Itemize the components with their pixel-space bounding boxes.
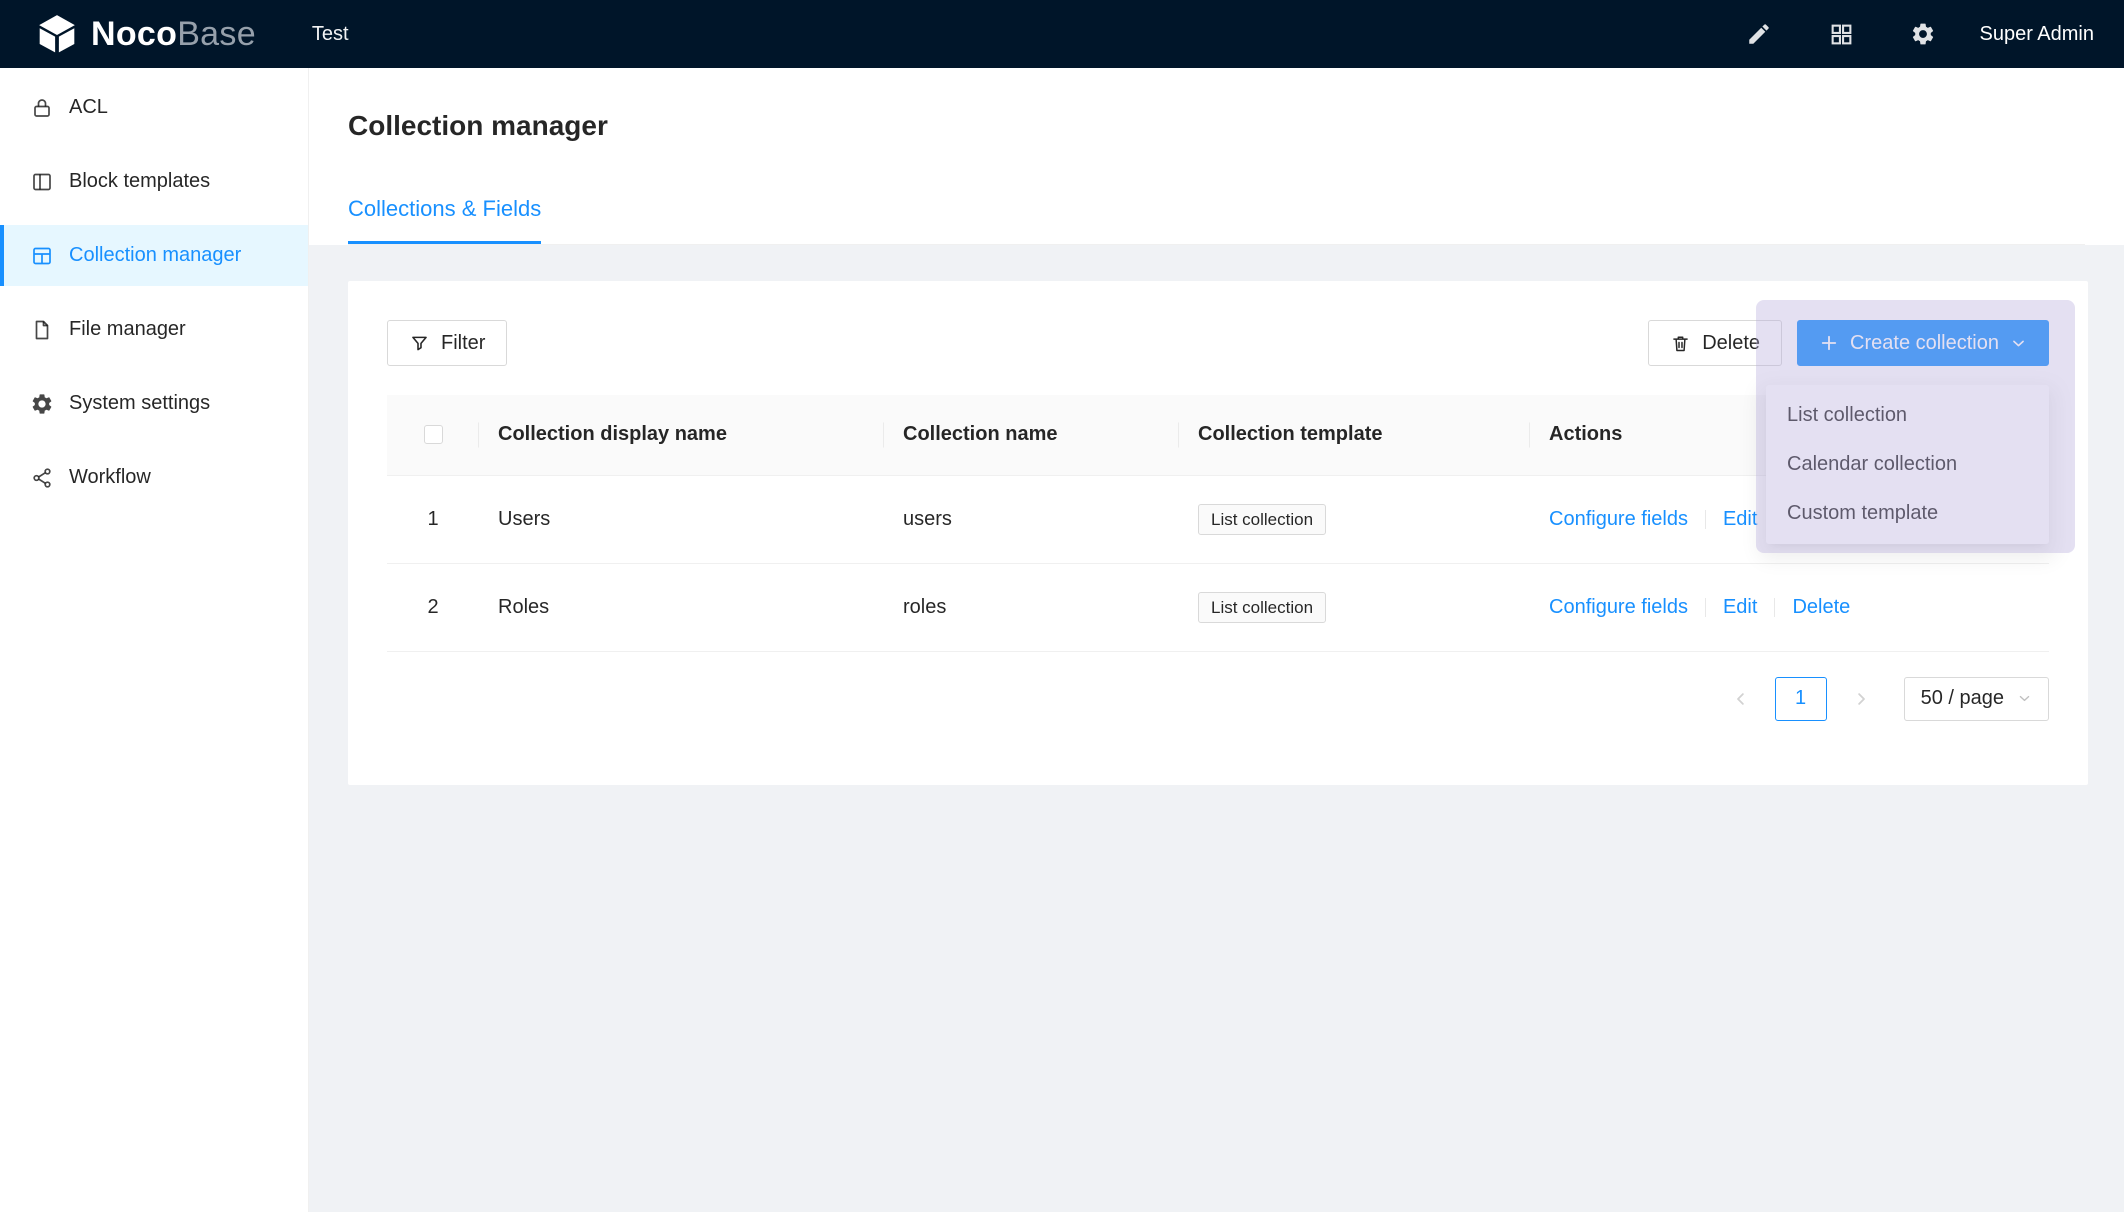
collections-card: Filter Delete Create collection [348, 281, 2088, 785]
cell-collection-template: List collection [1179, 475, 1530, 563]
sidebar-item-label: Collection manager [69, 244, 241, 267]
sidebar-item-label: ACL [69, 96, 108, 119]
logo-text-bold: Noco [91, 15, 177, 53]
sidebar: ACL Block templates Collection manager F… [0, 68, 309, 1212]
configure-fields-link[interactable]: Configure fields [1549, 596, 1688, 618]
gear-icon [30, 392, 54, 416]
create-collection-button[interactable]: Create collection [1797, 320, 2049, 366]
create-collection-button-label: Create collection [1850, 332, 1999, 355]
template-tag: List collection [1198, 592, 1326, 623]
configure-fields-link[interactable]: Configure fields [1549, 508, 1688, 530]
row-index: 2 [387, 563, 479, 651]
cell-display-name: Users [479, 475, 884, 563]
toolbar: Filter Delete Create collection [387, 320, 2049, 366]
select-all-checkbox[interactable] [424, 425, 443, 444]
template-tag: List collection [1198, 504, 1326, 535]
filter-button-label: Filter [441, 332, 485, 355]
table-row: 2 Roles roles List collection Configure … [387, 563, 2049, 651]
delete-link[interactable]: Delete [1792, 596, 1850, 618]
edit-link[interactable]: Edit [1723, 508, 1757, 530]
sidebar-item-label: System settings [69, 392, 210, 415]
edit-link[interactable]: Edit [1723, 596, 1757, 618]
toolbar-right: Delete Create collection [1648, 320, 2049, 366]
apps-grid-icon[interactable] [1819, 12, 1863, 56]
lock-icon [30, 96, 54, 120]
action-divider [1774, 598, 1775, 617]
content-area: Filter Delete Create collection [309, 245, 2124, 1212]
cell-display-name: Roles [479, 563, 884, 651]
delete-button[interactable]: Delete [1648, 320, 1782, 366]
sidebar-item-label: Workflow [69, 466, 151, 489]
prev-page-button[interactable] [1719, 677, 1763, 721]
sidebar-item-label: File manager [69, 318, 186, 341]
pagination: 1 50 / page [387, 677, 2049, 721]
plus-icon [1819, 333, 1839, 353]
chevron-left-icon [1732, 690, 1750, 708]
column-header-display-name: Collection display name [479, 395, 884, 475]
delete-button-label: Delete [1702, 332, 1760, 355]
highlighter-icon[interactable] [1737, 12, 1781, 56]
tab-collections-fields[interactable]: Collections & Fields [348, 196, 541, 244]
user-menu[interactable]: Super Admin [1979, 23, 2094, 46]
nav-item-test[interactable]: Test [312, 23, 349, 46]
trash-icon [1670, 333, 1691, 354]
header-right: Super Admin [1737, 12, 2124, 56]
column-header-collection-template: Collection template [1179, 395, 1530, 475]
filter-button[interactable]: Filter [387, 320, 507, 366]
dropdown-item-list-collection[interactable]: List collection [1766, 391, 2049, 440]
file-icon [30, 318, 54, 342]
sidebar-item-block-templates[interactable]: Block templates [0, 151, 308, 212]
row-index: 1 [387, 475, 479, 563]
page-header: Collection manager Collections & Fields [309, 68, 2124, 245]
sidebar-item-workflow[interactable]: Workflow [0, 447, 308, 508]
cell-collection-template: List collection [1179, 563, 1530, 651]
sidebar-item-file-manager[interactable]: File manager [0, 299, 308, 360]
sidebar-item-acl[interactable]: ACL [0, 77, 308, 138]
page-number-button[interactable]: 1 [1775, 677, 1827, 721]
sidebar-item-system-settings[interactable]: System settings [0, 373, 308, 434]
workflow-icon [30, 466, 54, 490]
page-title: Collection manager [348, 108, 2085, 144]
action-divider [1705, 598, 1706, 617]
filter-icon [409, 333, 430, 354]
action-divider [1705, 510, 1706, 529]
next-page-button[interactable] [1839, 677, 1883, 721]
sidebar-item-label: Block templates [69, 170, 210, 193]
tabs: Collections & Fields [348, 196, 2085, 245]
logo-text-light: Base [177, 15, 256, 53]
cell-collection-name: roles [884, 563, 1179, 651]
table-icon [30, 244, 54, 268]
chevron-right-icon [1852, 690, 1870, 708]
layout-icon [30, 170, 54, 194]
logo-text: NocoBase [91, 15, 256, 54]
cell-collection-name: users [884, 475, 1179, 563]
select-all-header-cell [387, 395, 479, 475]
cell-actions: Configure fields Edit Delete [1530, 563, 2049, 651]
nocobase-logo-icon [36, 14, 78, 54]
sidebar-item-collection-manager[interactable]: Collection manager [0, 225, 308, 286]
page-size-value: 50 / page [1921, 687, 2004, 710]
create-collection-dropdown: List collection Calendar collection Cust… [1766, 385, 2049, 544]
logo[interactable]: NocoBase [0, 14, 256, 54]
settings-gear-icon[interactable] [1901, 12, 1945, 56]
column-header-collection-name: Collection name [884, 395, 1179, 475]
main-content: Collection manager Collections & Fields … [309, 68, 2124, 1212]
chevron-down-icon [2010, 335, 2027, 352]
dropdown-item-calendar-collection[interactable]: Calendar collection [1766, 440, 2049, 489]
app-header: NocoBase Test Super Admin [0, 0, 2124, 68]
dropdown-item-custom-template[interactable]: Custom template [1766, 489, 2049, 538]
chevron-down-icon [2017, 691, 2032, 706]
page-size-select[interactable]: 50 / page [1904, 677, 2049, 721]
